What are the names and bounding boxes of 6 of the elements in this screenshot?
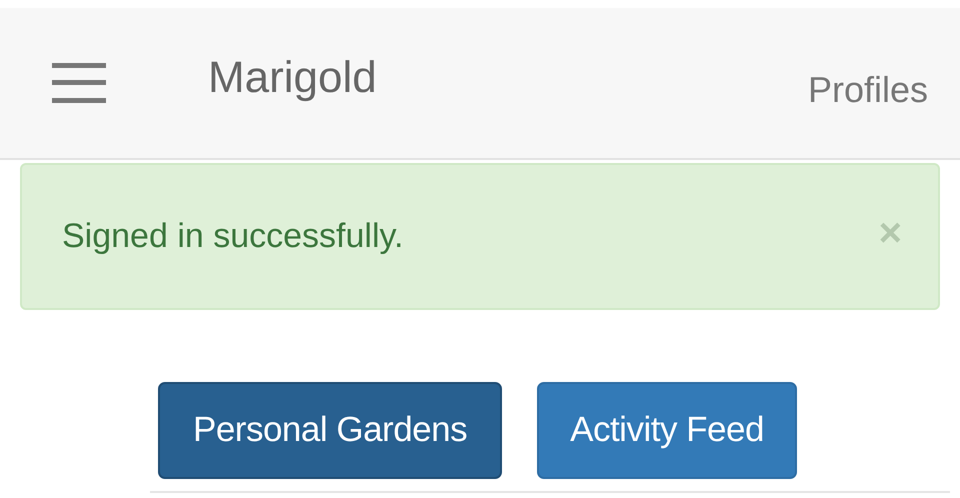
tab-button[interactable]: Personal Gardens xyxy=(158,382,502,479)
alert-message: Signed in successfully. xyxy=(62,216,404,257)
tab-button[interactable]: Activity Feed xyxy=(537,382,797,479)
profiles-link[interactable]: Profiles xyxy=(808,63,928,117)
menu-icon[interactable] xyxy=(52,63,106,103)
brand-link[interactable]: Marigold xyxy=(208,45,377,111)
